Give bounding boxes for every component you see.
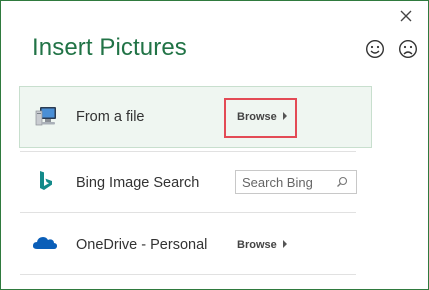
- bing-icon: [40, 171, 52, 190]
- close-icon[interactable]: [399, 9, 413, 23]
- onedrive-icon: [32, 237, 58, 249]
- highlight-box: [224, 98, 297, 138]
- source-label-from-file: From a file: [76, 109, 145, 125]
- frown-icon[interactable]: [398, 39, 418, 59]
- caret-right-icon: [282, 240, 287, 249]
- divider: [20, 274, 356, 275]
- insert-pictures-dialog: Insert Pictures From a file Browse Bing …: [0, 0, 429, 290]
- computer-icon: [35, 107, 56, 126]
- divider: [20, 212, 356, 213]
- dialog-title: Insert Pictures: [32, 34, 187, 61]
- bing-search-box[interactable]: [235, 170, 357, 194]
- source-from-file[interactable]: [19, 86, 372, 148]
- smile-icon[interactable]: [365, 39, 385, 59]
- bing-search-input[interactable]: [236, 171, 338, 192]
- search-icon[interactable]: [336, 176, 348, 188]
- source-label-bing: Bing Image Search: [76, 175, 200, 191]
- source-label-onedrive: OneDrive - Personal: [76, 237, 208, 253]
- browse-button-onedrive[interactable]: Browse: [237, 239, 287, 251]
- divider: [20, 151, 356, 152]
- browse-label: Browse: [237, 239, 277, 251]
